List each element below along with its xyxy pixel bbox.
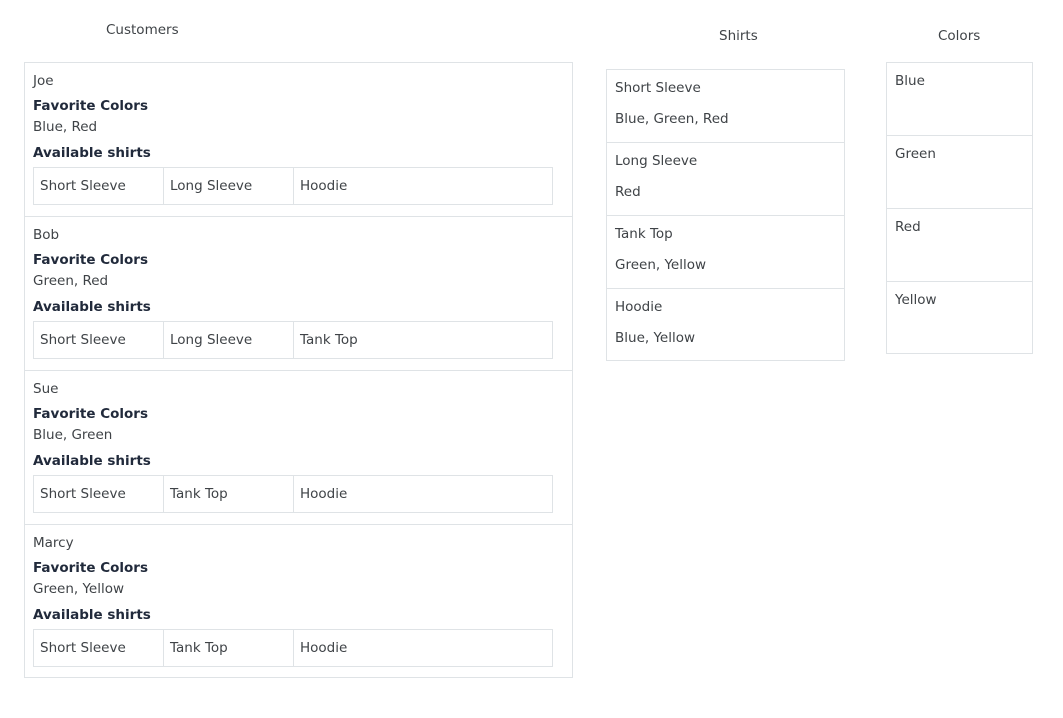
customer-card: Sue Favorite Colors Blue, Green Availabl… [25, 371, 572, 525]
favorite-colors-label: Favorite Colors [33, 406, 148, 422]
customer-card: Bob Favorite Colors Green, Red Available… [25, 217, 572, 371]
shirt-cell: Short Sleeve [34, 168, 164, 204]
shirt-name: Long Sleeve [615, 153, 698, 169]
shirt-name: Hoodie [615, 299, 663, 315]
shirt-item: Tank Top Green, Yellow [607, 216, 844, 289]
shirt-colors: Green, Yellow [615, 257, 707, 273]
customer-name: Sue [33, 381, 59, 397]
available-shirts-table: Short Sleeve Tank Top Hoodie [33, 629, 553, 667]
available-shirts-label: Available shirts [33, 299, 151, 315]
available-shirts-table: Short Sleeve Tank Top Hoodie [33, 475, 553, 513]
shirt-item: Long Sleeve Red [607, 143, 844, 216]
customer-name: Marcy [33, 535, 74, 551]
shirt-item: Hoodie Blue, Yellow [607, 289, 844, 361]
shirt-cell: Tank Top [300, 332, 358, 348]
favorite-colors-value: Blue, Red [33, 119, 98, 135]
color-item: Blue [887, 63, 1032, 136]
shirts-list: Short Sleeve Blue, Green, Red Long Sleev… [606, 69, 845, 361]
shirt-colors: Blue, Yellow [615, 330, 696, 346]
shirt-cell: Hoodie [300, 640, 348, 656]
customers-heading: Customers [106, 22, 179, 38]
customer-name: Joe [33, 73, 54, 89]
shirt-cell: Tank Top [164, 476, 294, 512]
color-item: Red [887, 209, 1032, 282]
available-shirts-table: Short Sleeve Long Sleeve Tank Top [33, 321, 553, 359]
shirt-colors: Blue, Green, Red [615, 111, 729, 127]
shirt-cell: Hoodie [300, 178, 348, 194]
available-shirts-table: Short Sleeve Long Sleeve Hoodie [33, 167, 553, 205]
favorite-colors-label: Favorite Colors [33, 98, 148, 114]
color-item: Green [887, 136, 1032, 209]
shirt-cell: Tank Top [164, 630, 294, 666]
shirt-colors: Red [615, 184, 641, 200]
available-shirts-label: Available shirts [33, 607, 151, 623]
shirts-heading: Shirts [719, 28, 758, 44]
shirt-cell: Short Sleeve [34, 322, 164, 358]
colors-list: Blue Green Red Yellow [886, 62, 1033, 354]
shirt-name: Short Sleeve [615, 80, 701, 96]
color-item: Yellow [895, 292, 937, 308]
available-shirts-label: Available shirts [33, 453, 151, 469]
shirt-item: Short Sleeve Blue, Green, Red [607, 70, 844, 143]
customer-card: Joe Favorite Colors Blue, Red Available … [25, 63, 572, 217]
favorite-colors-value: Green, Yellow [33, 581, 125, 597]
colors-heading: Colors [938, 28, 981, 44]
favorite-colors-value: Green, Red [33, 273, 109, 289]
favorite-colors-label: Favorite Colors [33, 560, 148, 576]
shirt-cell: Short Sleeve [34, 630, 164, 666]
favorite-colors-label: Favorite Colors [33, 252, 148, 268]
favorite-colors-value: Blue, Green [33, 427, 113, 443]
available-shirts-label: Available shirts [33, 145, 151, 161]
shirt-cell: Long Sleeve [164, 322, 294, 358]
shirt-cell: Hoodie [300, 486, 348, 502]
customer-card: Marcy Favorite Colors Green, Yellow Avai… [25, 525, 572, 678]
customers-list: Joe Favorite Colors Blue, Red Available … [24, 62, 573, 678]
shirt-cell: Short Sleeve [34, 476, 164, 512]
shirt-cell: Long Sleeve [164, 168, 294, 204]
shirt-name: Tank Top [615, 226, 673, 242]
customer-name: Bob [33, 227, 60, 243]
